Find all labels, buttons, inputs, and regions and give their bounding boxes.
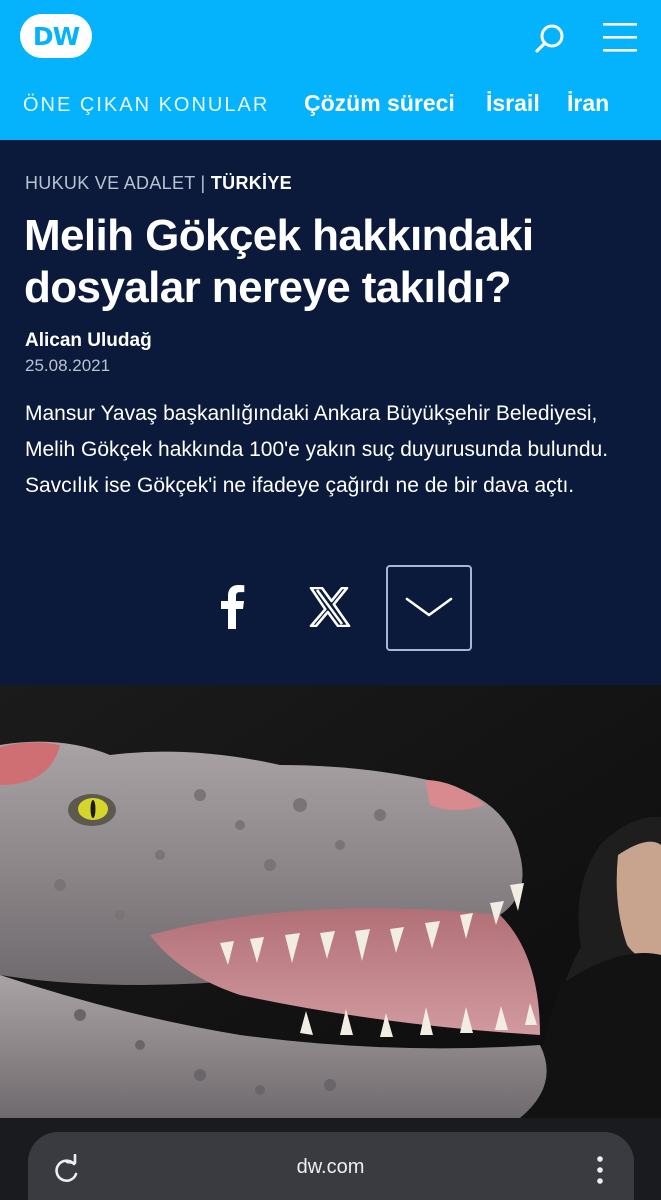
hero-image[interactable] xyxy=(0,685,661,1118)
hamburger-menu-icon[interactable] xyxy=(600,20,640,56)
nav-item-iran[interactable]: İran xyxy=(567,90,609,117)
article-lead: Mansur Yavaş başkanlığındaki Ankara Büyü… xyxy=(25,402,609,497)
featured-topics-nav: ÖNE ÇIKAN KONULAR Çözüm süreci İsrail İr… xyxy=(0,88,661,124)
url-text[interactable]: dw.com xyxy=(0,1156,661,1179)
article-author[interactable]: Alican Uludağ xyxy=(25,330,152,352)
kicker-separator: | xyxy=(200,173,206,193)
article-date: 25.08.2021 xyxy=(25,356,111,375)
dinosaur-photo xyxy=(0,685,661,1118)
article-kicker: HUKUK VE ADALET | TÜRKİYE xyxy=(25,173,292,194)
share-x-button[interactable] xyxy=(290,567,370,647)
featured-topics-label: ÖNE ÇIKAN KONULAR xyxy=(23,94,270,116)
kicker-category[interactable]: HUKUK VE ADALET xyxy=(25,173,195,193)
facebook-icon xyxy=(221,585,245,629)
article-header: HUKUK VE ADALET | TÜRKİYE Melih Gökçek h… xyxy=(0,140,661,685)
nav-item-israil[interactable]: İsrail xyxy=(486,90,540,117)
nav-item-cozum-sureci[interactable]: Çözüm süreci xyxy=(304,90,455,117)
logo-text: DW xyxy=(32,21,80,51)
x-twitter-icon xyxy=(309,587,351,627)
dw-logo[interactable]: DW xyxy=(20,14,92,58)
site-header: DW ÖNE ÇIKAN KONULAR Çözüm süreci İsrail… xyxy=(0,0,661,140)
article-title: Melih Gökçek hakkındaki dosyalar nereye … xyxy=(24,211,534,312)
kicker-country[interactable]: TÜRKİYE xyxy=(211,173,292,193)
chevron-down-icon xyxy=(405,597,453,617)
share-facebook-button[interactable] xyxy=(192,567,272,647)
search-icon[interactable] xyxy=(530,20,570,60)
share-bar xyxy=(0,565,661,655)
share-more-button[interactable] xyxy=(386,565,472,651)
more-vertical-icon[interactable] xyxy=(592,1154,608,1188)
